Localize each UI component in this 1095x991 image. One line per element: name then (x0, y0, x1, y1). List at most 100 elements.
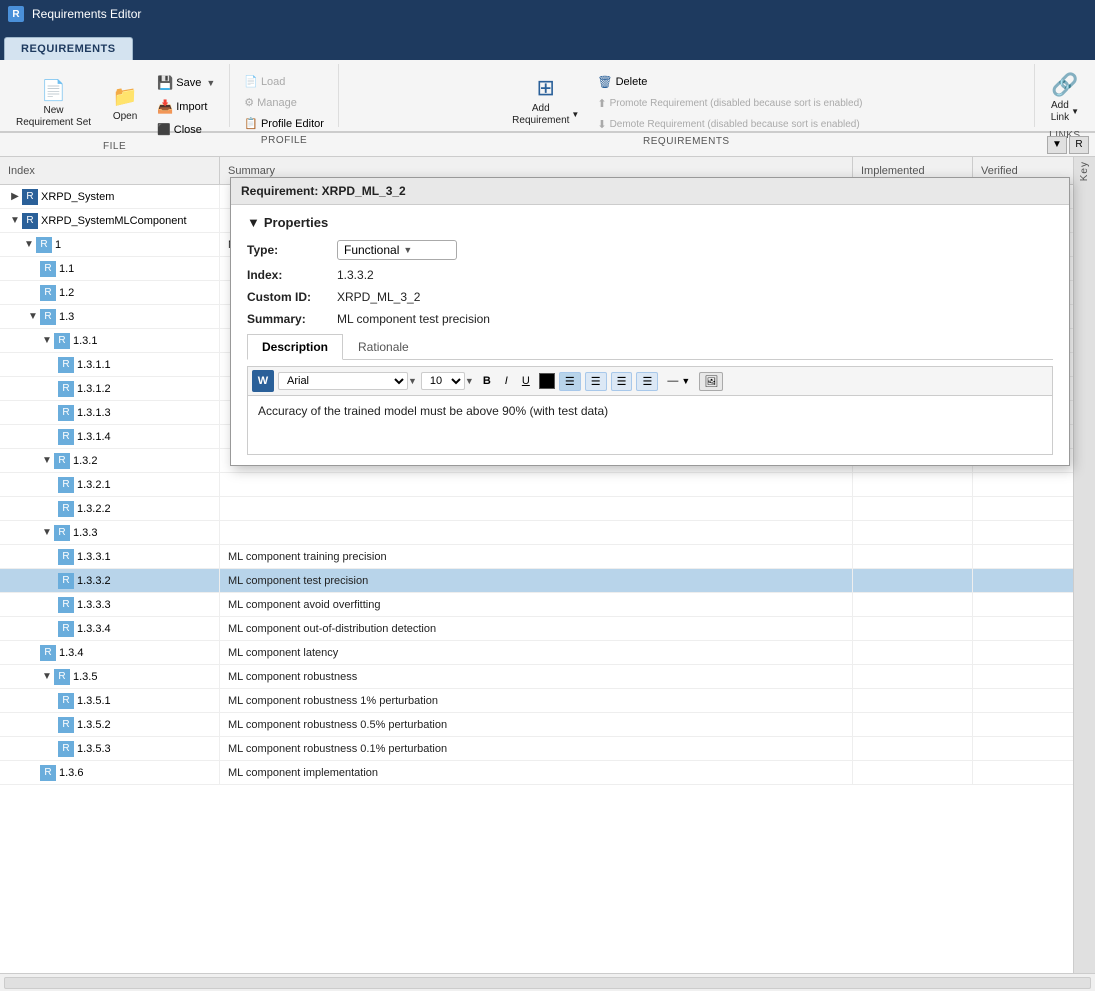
req-type-icon: R (58, 717, 74, 733)
row-summary: ML component training precision (220, 545, 853, 568)
profile-editor-icon: 📋 (244, 117, 258, 130)
italic-button[interactable]: I (500, 372, 513, 390)
font-family-select[interactable]: Arial (278, 372, 408, 390)
row-index: ▼ R 1.3.1 (0, 329, 220, 352)
table-row[interactable]: R 1.3.4 ML component latency (0, 641, 1073, 665)
row-implemented (853, 761, 973, 784)
expand-icon[interactable]: ▼ (40, 670, 54, 684)
main-content: Index Summary Implemented Verified ▶ R X… (0, 157, 1095, 973)
type-select[interactable]: Functional ▼ (337, 240, 457, 260)
editor-brand-icon: W (252, 370, 274, 392)
file-section-label: FILE (103, 139, 126, 154)
req-type-icon: R (58, 501, 74, 517)
manage-button[interactable]: ⚙ Manage (238, 93, 330, 112)
expand-icon[interactable]: ▼ (8, 214, 22, 228)
table-row[interactable]: ▼ R 1.3.3 (0, 521, 1073, 545)
popup-title: Requirement: XRPD_ML_3_2 (231, 178, 1069, 205)
row-index: R 1.3.5.1 (0, 689, 220, 712)
align-center-button[interactable]: ☰ (585, 372, 607, 391)
load-button[interactable]: 📄 Load (238, 72, 330, 91)
bold-button[interactable]: B (478, 372, 496, 390)
requirement-detail-popup: Requirement: XRPD_ML_3_2 ▼ Properties Ty… (230, 177, 1070, 466)
req-type-icon: R (54, 525, 70, 541)
index-value: 1.3.3.2 (337, 268, 374, 282)
underline-button[interactable]: U (517, 372, 535, 390)
row-implemented (853, 521, 973, 544)
open-button[interactable]: 📁 Open (103, 80, 147, 127)
table-row[interactable]: ▼ R 1.3.5 ML component robustness (0, 665, 1073, 689)
table-row[interactable]: R 1.3.2.2 (0, 497, 1073, 521)
new-requirement-set-button[interactable]: 📄 NewRequirement Set (8, 74, 99, 133)
row-index: R 1.3.3.3 (0, 593, 220, 616)
table-row[interactable]: R 1.3.5.1 ML component robustness 1% per… (0, 689, 1073, 713)
demote-label: Demote Requirement (disabled because sor… (610, 119, 860, 130)
tab-rationale[interactable]: Rationale (343, 334, 424, 359)
tab-description[interactable]: Description (247, 334, 343, 360)
row-index: R 1.3.3.2 (0, 569, 220, 592)
insert-image-button[interactable]: 🖼 (699, 372, 723, 391)
req-type-icon: R (40, 309, 56, 325)
expand-icon[interactable]: ▶ (8, 190, 22, 204)
toolbar-file-buttons: 📄 NewRequirement Set 📁 Open 💾 Save ▼ 📥 I… (8, 64, 221, 139)
type-dropdown-arrow: ▼ (403, 245, 450, 255)
add-requirement-button[interactable]: ⊞ AddRequirement ▼ (504, 71, 587, 131)
promote-button[interactable]: ⬆ Promote Requirement (disabled because … (591, 94, 868, 113)
demote-button[interactable]: ⬇ Demote Requirement (disabled because s… (591, 115, 868, 134)
req-type-icon: R (54, 669, 70, 685)
table-row[interactable]: R 1.3.6 ML component implementation (0, 761, 1073, 785)
add-link-label: AddLink ▼ (1051, 100, 1079, 124)
bottom-scrollbar[interactable] (0, 973, 1095, 991)
expand-icon[interactable]: ▼ (22, 238, 36, 252)
profile-editor-label: Profile Editor (261, 118, 324, 130)
row-implemented (853, 713, 973, 736)
import-button[interactable]: 📥 Import (151, 96, 221, 118)
font-size-dropdown-arrow: ▼ (465, 376, 474, 386)
req-type-icon: R (54, 333, 70, 349)
profile-editor-button[interactable]: 📋 Profile Editor (238, 114, 330, 133)
table-row-selected[interactable]: R 1.3.3.2 ML component test precision (0, 569, 1073, 593)
add-link-button[interactable]: 🔗 AddLink ▼ (1043, 68, 1087, 128)
table-row[interactable]: R 1.3.3.4 ML component out-of-distributi… (0, 617, 1073, 641)
more-options-button[interactable]: — ▼ (662, 372, 695, 390)
right-panel-toggle[interactable]: R (1069, 136, 1089, 154)
tab-requirements[interactable]: REQUIREMENTS (4, 37, 133, 60)
row-verified (973, 617, 1073, 640)
req-type-icon: R (58, 573, 74, 589)
custom-id-row: Custom ID: XRPD_ML_3_2 (247, 290, 1053, 304)
description-tabs: Description Rationale (247, 334, 1053, 360)
table-row[interactable]: R 1.3.5.2 ML component robustness 0.5% p… (0, 713, 1073, 737)
delete-button[interactable]: 🗑 Delete (591, 72, 868, 92)
delete-label: Delete (616, 76, 648, 88)
req-type-icon: R (40, 765, 56, 781)
type-row: Type: Functional ▼ (247, 240, 1053, 260)
toolbar-req-buttons: ⊞ AddRequirement ▼ 🗑 Delete ⬆ Promote Re… (504, 64, 868, 134)
expand-icon[interactable]: ▼ (40, 334, 54, 348)
req-type-icon: R (58, 597, 74, 613)
table-row[interactable]: R 1.3.2.1 (0, 473, 1073, 497)
text-color-picker[interactable] (539, 373, 555, 389)
expand-icon[interactable]: ▼ (26, 310, 40, 324)
table-row[interactable]: R 1.3.5.3 ML component robustness 0.1% p… (0, 737, 1073, 761)
save-button[interactable]: 💾 Save ▼ (151, 72, 221, 94)
align-left-button[interactable]: ☰ (559, 372, 581, 391)
table-row[interactable]: R 1.3.3.1 ML component training precisio… (0, 545, 1073, 569)
new-icon: 📄 (41, 78, 66, 103)
horizontal-scrollbar[interactable] (4, 977, 1091, 989)
row-index: R 1.1 (0, 257, 220, 280)
row-index: R 1.3.1.1 (0, 353, 220, 376)
collapse-section-icon[interactable]: ▼ (247, 215, 260, 230)
align-right-button[interactable]: ☰ (611, 372, 633, 391)
open-icon: 📁 (113, 84, 138, 109)
description-content[interactable]: Accuracy of the trained model must be ab… (247, 395, 1053, 455)
align-justify-button[interactable]: ☰ (636, 372, 658, 391)
import-icon: 📥 (157, 99, 173, 115)
expand-icon[interactable]: ▼ (40, 454, 54, 468)
expand-icon[interactable]: ▼ (40, 526, 54, 540)
right-panel: Key (1073, 157, 1095, 973)
font-size-select[interactable]: 10 (421, 372, 465, 390)
close-button[interactable]: ⬛ Close (151, 120, 221, 139)
collapse-button[interactable]: ▼ (1047, 136, 1067, 154)
req-type-icon: R (40, 261, 56, 277)
add-req-label: AddRequirement ▼ (512, 103, 579, 127)
table-row[interactable]: R 1.3.3.3 ML component avoid overfitting (0, 593, 1073, 617)
